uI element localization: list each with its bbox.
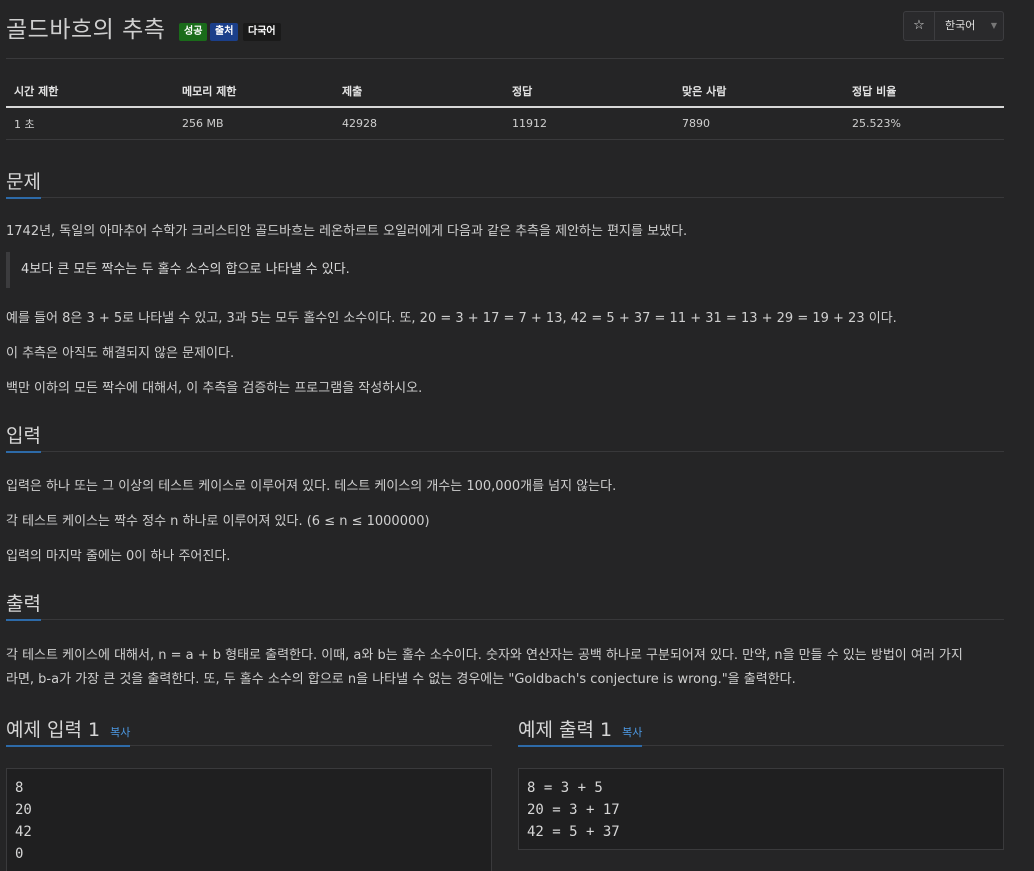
title-row: 골드바흐의 추측 성공 출처 다국어 ☆ 한국어 ▼ xyxy=(6,8,1004,59)
problem-section-heading: 문제 xyxy=(6,167,1004,199)
memory-limit-value: 256 MB xyxy=(174,107,334,140)
header-memory-limit: 메모리 제한 xyxy=(174,76,334,108)
page-title: 골드바흐의 추측 xyxy=(6,17,166,43)
sample-input-title: 예제 입력 1 xyxy=(6,719,101,741)
chevron-down-icon: ▼ xyxy=(990,21,997,30)
problem-paragraph-2: 예를 들어 8은 3 + 5로 나타낼 수 있고, 3과 5는 모두 홀수인 소… xyxy=(6,311,897,326)
header-time-limit: 시간 제한 xyxy=(6,76,174,108)
input-paragraph-3: 입력의 마지막 줄에는 0이 하나 주어진다. xyxy=(6,549,231,564)
output-paragraph-line-2: 라면, b-a가 가장 큰 것을 출력한다. 또, 두 홀수 소수의 합으로 n… xyxy=(6,672,796,687)
header-solved-users: 맞은 사람 xyxy=(674,76,844,108)
output-paragraph-line-1: 각 테스트 케이스에 대해서, n = a + b 형태로 출력한다. 이때, … xyxy=(6,648,963,663)
input-section-heading: 입력 xyxy=(6,421,1004,453)
submissions-value: 42928 xyxy=(334,107,504,140)
info-table-header-row: 시간 제한 메모리 제한 제출 정답 맞은 사람 정답 비율 xyxy=(6,76,1004,108)
solved-users-value: 7890 xyxy=(674,107,844,140)
sample-input-box[interactable]: 8 20 42 0 xyxy=(6,768,492,871)
input-paragraph-2: 각 테스트 케이스는 짝수 정수 n 하나로 이루어져 있다. (6 ≤ n ≤… xyxy=(6,514,430,529)
sample-output-title: 예제 출력 1 xyxy=(518,719,613,741)
problem-quote: 4보다 큰 모든 짝수는 두 홀수 소수의 합으로 나타낼 수 있다. xyxy=(6,252,1004,288)
problem-page: 골드바흐의 추측 성공 출처 다국어 ☆ 한국어 ▼ 시간 제한 메모리 제한 … xyxy=(0,0,1034,871)
output-heading: 출력 xyxy=(6,589,41,621)
sample-output-section-heading: 예제 출력 1 복사 xyxy=(518,715,1004,747)
header-submissions: 제출 xyxy=(334,76,504,108)
problem-info-table: 시간 제한 메모리 제한 제출 정답 맞은 사람 정답 비율 1 초 256 M… xyxy=(6,76,1004,140)
multilang-badge: 다국어 xyxy=(243,23,281,41)
input-paragraph-1: 입력은 하나 또는 그 이상의 테스트 케이스로 이루어져 있다. 테스트 케이… xyxy=(6,479,617,494)
output-section-heading: 출력 xyxy=(6,589,1004,621)
time-limit-value: 1 초 xyxy=(6,107,174,140)
problem-heading: 문제 xyxy=(6,167,41,199)
source-badge[interactable]: 출처 xyxy=(210,23,239,41)
header-accepted: 정답 xyxy=(504,76,674,108)
input-heading: 입력 xyxy=(6,421,41,453)
title-actions: ☆ 한국어 ▼ xyxy=(903,11,1004,41)
info-table-row: 1 초 256 MB 42928 11912 7890 25.523% xyxy=(6,107,1004,140)
copy-sample-input-link[interactable]: 복사 xyxy=(110,726,130,739)
language-select[interactable]: 한국어 ▼ xyxy=(935,12,1003,40)
problem-paragraph-4: 백만 이하의 모든 짝수에 대해서, 이 추측을 검증하는 프로그램을 작성하시… xyxy=(6,381,423,396)
header-accept-ratio: 정답 비율 xyxy=(844,76,1004,108)
problem-paragraph-3: 이 추측은 아직도 해결되지 않은 문제이다. xyxy=(6,346,235,361)
sample-input-section-heading: 예제 입력 1 복사 xyxy=(6,715,492,747)
sample-output-box[interactable]: 8 = 3 + 5 20 = 3 + 17 42 = 5 + 37 xyxy=(518,768,1004,850)
star-button[interactable]: ☆ xyxy=(904,12,935,40)
sample-output-heading: 예제 출력 1 복사 xyxy=(518,715,643,747)
accept-ratio-value: 25.523% xyxy=(844,107,1004,140)
language-label: 한국어 xyxy=(945,19,976,32)
output-paragraph-1: 각 테스트 케이스에 대해서, n = a + b 형태로 출력한다. 이때, … xyxy=(6,645,1004,691)
accepted-value: 11912 xyxy=(504,107,674,140)
sample-input-heading: 예제 입력 1 복사 xyxy=(6,715,131,747)
star-icon: ☆ xyxy=(913,18,925,33)
problem-paragraph-1: 1742년, 독일의 아마추어 수학가 크리스티안 골드바흐는 레온하르트 오일… xyxy=(6,224,688,239)
copy-sample-output-link[interactable]: 복사 xyxy=(622,726,642,739)
success-badge: 성공 xyxy=(179,23,208,41)
